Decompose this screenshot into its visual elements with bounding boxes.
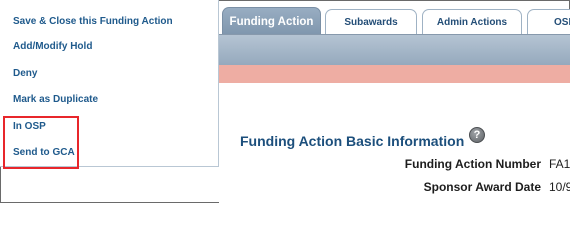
add-modify-hold-action[interactable]: Add/Modify Hold (13, 41, 92, 52)
funding-action-number-value: FA1 (549, 157, 570, 171)
tab-subawards[interactable]: Subawards (325, 9, 417, 34)
sponsor-award-date-value: 10/9 (549, 180, 570, 194)
question-circle-icon[interactable]: ? (469, 127, 485, 143)
save-close-action[interactable]: Save & Close this Funding Action (13, 16, 173, 27)
section-title: Funding Action Basic Information (240, 133, 465, 149)
highlight-box (3, 116, 79, 169)
mark-duplicate-action[interactable]: Mark as Duplicate (13, 94, 98, 105)
tab-bar: Funding Action Subawards Admin Actions O… (219, 7, 570, 35)
tab-osp[interactable]: OSP (527, 9, 570, 34)
toolbar-band (219, 34, 570, 65)
tab-funding-action[interactable]: Funding Action (222, 7, 321, 35)
status-band (219, 65, 570, 83)
sponsor-award-date-label: Sponsor Award Date (423, 180, 541, 194)
deny-action[interactable]: Deny (13, 68, 37, 79)
tab-admin-actions[interactable]: Admin Actions (422, 9, 522, 34)
funding-action-number-label: Funding Action Number (404, 157, 541, 171)
